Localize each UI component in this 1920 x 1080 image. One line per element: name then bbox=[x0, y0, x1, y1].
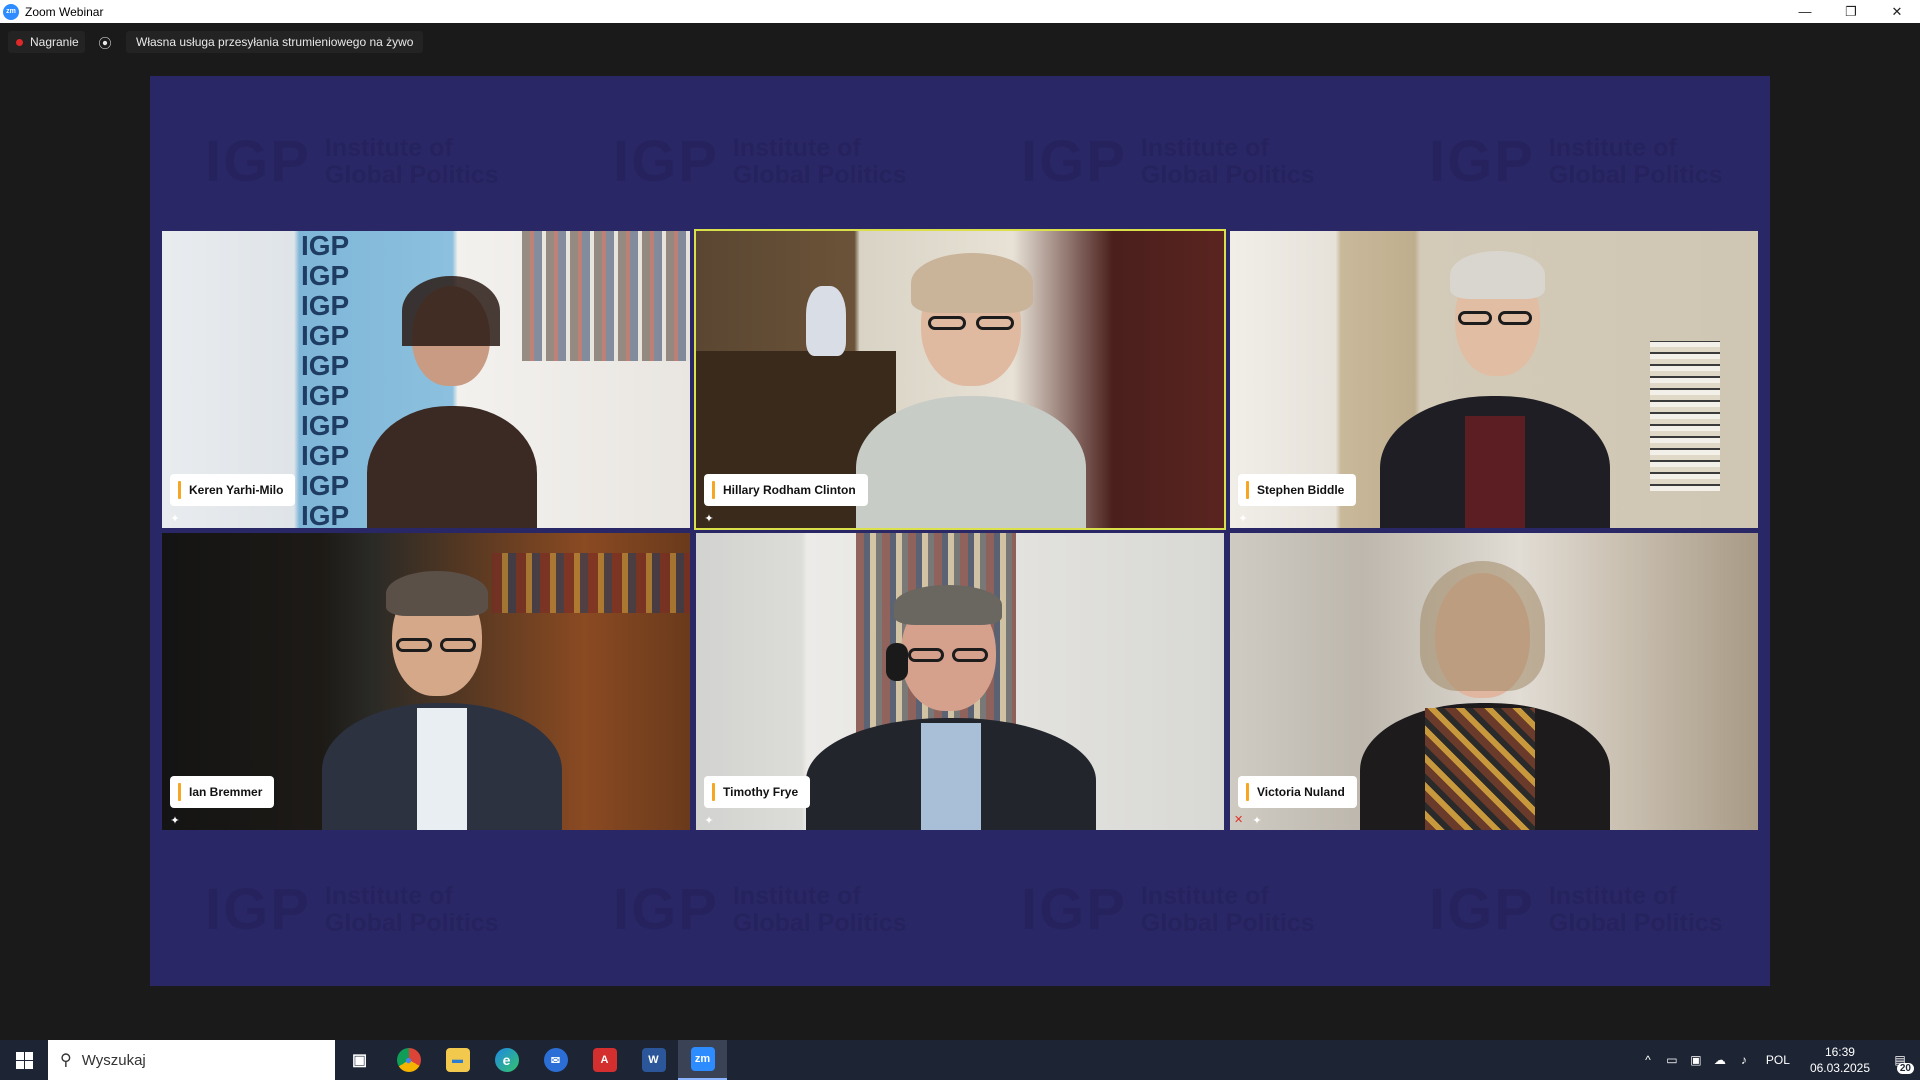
acrobat-taskbar-button[interactable]: A bbox=[580, 1040, 629, 1080]
participant-name: Ian Bremmer bbox=[189, 785, 263, 799]
word-icon: W bbox=[641, 1048, 666, 1072]
pin-icon[interactable]: ✦ bbox=[1250, 813, 1264, 827]
taskbar-search-box[interactable]: ⚲ Wyszukaj bbox=[48, 1040, 335, 1080]
zoom-icon: zm bbox=[690, 1047, 715, 1071]
video-tile-active-speaker[interactable]: Hillary Rodham Clinton ✦ bbox=[694, 229, 1226, 530]
watermark-row-top: IGP Institute of Global Politics IGP Instit… bbox=[150, 128, 1770, 208]
watermark-text: Institute of bbox=[1140, 133, 1269, 162]
video-stage: IGP Institute of Global Politics IGP Instit… bbox=[150, 76, 1770, 986]
volume-icon[interactable]: ♪ bbox=[1732, 1053, 1756, 1067]
search-icon: ⚲ bbox=[60, 1052, 72, 1069]
zoom-logo-icon: zm bbox=[3, 3, 19, 20]
close-button[interactable]: ✕ bbox=[1874, 0, 1920, 23]
system-clock[interactable]: 16:39 06.03.2025 bbox=[1810, 1044, 1870, 1076]
watermark-logo: IGP bbox=[1429, 129, 1535, 194]
watermark-text: Global Politics bbox=[732, 908, 907, 937]
task-view-icon: ▣ bbox=[347, 1048, 372, 1072]
watermark-text: Institute of bbox=[1548, 133, 1677, 162]
pin-icon[interactable]: ✦ bbox=[168, 511, 182, 525]
live-stream-status[interactable]: Własna usługa przesyłania strumieniowego… bbox=[126, 31, 424, 53]
restore-button[interactable]: ❐ bbox=[1828, 0, 1874, 23]
recording-indicator[interactable]: Nagranie bbox=[8, 31, 85, 53]
pin-icon[interactable]: ✦ bbox=[702, 511, 716, 525]
pin-icon[interactable]: ✦ bbox=[1236, 511, 1250, 525]
word-taskbar-button[interactable]: W bbox=[629, 1040, 678, 1080]
video-tile[interactable]: IGP IGP IGP IGP IGP IGP IGP IGP IGP IGP Keren Yar… bbox=[162, 231, 690, 528]
acrobat-icon: A bbox=[592, 1048, 617, 1072]
participant-name: Victoria Nuland bbox=[1257, 785, 1345, 799]
folder-icon: ▬ bbox=[445, 1048, 470, 1072]
recording-dot-icon bbox=[16, 38, 23, 46]
notification-count-badge: 20 bbox=[1896, 1063, 1914, 1074]
participant-name: Timothy Frye bbox=[723, 785, 799, 799]
thunderbird-taskbar-button[interactable]: ✉ bbox=[531, 1040, 580, 1080]
watermark-text: Global Politics bbox=[324, 908, 499, 937]
watermark-text: Global Politics bbox=[324, 160, 499, 189]
mail-client-icon: ✉ bbox=[543, 1048, 568, 1072]
watermark-logo: IGP bbox=[205, 877, 311, 942]
pin-icon[interactable]: ✦ bbox=[702, 813, 716, 827]
watermark-logo: IGP bbox=[613, 129, 719, 194]
watermark-logo: IGP bbox=[205, 129, 311, 194]
video-tile[interactable]: Timothy Frye ✦ bbox=[696, 533, 1224, 830]
watermark-text: Institute of bbox=[324, 133, 453, 162]
watermark-text: Global Politics bbox=[1140, 908, 1315, 937]
watermark-row-bottom: IGP Institute of Global Politics IGP Instit… bbox=[150, 876, 1770, 956]
muted-mic-icon: ✕ bbox=[1234, 814, 1244, 826]
watermark-text: Global Politics bbox=[732, 160, 907, 189]
watermark-logo: IGP bbox=[1021, 877, 1127, 942]
watermark-text: Institute of bbox=[1548, 881, 1677, 910]
watermark-text: Institute of bbox=[732, 133, 861, 162]
clock-date: 06.03.2025 bbox=[1809, 1061, 1870, 1075]
network-icon[interactable]: ▣ bbox=[1684, 1053, 1708, 1067]
zoom-taskbar-button[interactable]: zm bbox=[678, 1040, 727, 1080]
file-explorer-taskbar-button[interactable]: ▬ bbox=[433, 1040, 482, 1080]
meeting-top-bar: Nagranie ⦿ Własna usługa przesyłania str… bbox=[0, 23, 1920, 63]
clock-time: 16:39 bbox=[1824, 1045, 1855, 1059]
chrome-taskbar-button[interactable]: ● bbox=[384, 1040, 433, 1080]
start-button[interactable] bbox=[0, 1040, 48, 1080]
onedrive-cloud-icon[interactable]: ☁ bbox=[1708, 1053, 1732, 1067]
watermark-logo: IGP bbox=[1021, 129, 1127, 194]
minimize-button[interactable]: — bbox=[1782, 0, 1828, 23]
participant-name: Stephen Biddle bbox=[1257, 483, 1345, 497]
participant-name-tag: Victoria Nuland bbox=[1238, 776, 1357, 808]
participant-name-tag: Stephen Biddle bbox=[1238, 474, 1357, 506]
watermark-text: Global Politics bbox=[1140, 160, 1315, 189]
video-tile[interactable]: Stephen Biddle ✦ bbox=[1230, 231, 1758, 528]
edge-taskbar-button[interactable]: e bbox=[482, 1040, 531, 1080]
watermark-text: Global Politics bbox=[1548, 908, 1723, 937]
pin-icon[interactable]: ✦ bbox=[168, 813, 182, 827]
window-title: Zoom Webinar bbox=[25, 4, 104, 19]
watermark-logo: IGP bbox=[1429, 877, 1535, 942]
watermark-logo: IGP bbox=[613, 877, 719, 942]
watermark-text: Institute of bbox=[324, 881, 453, 910]
windows-taskbar: ⚲ Wyszukaj ▣ ● ▬ e ✉ A W zm ^ ▭ ▣ ☁ ♪ PO… bbox=[0, 1040, 1920, 1080]
watermark-text: Institute of bbox=[1140, 881, 1269, 910]
system-tray: ^ ▭ ▣ ☁ ♪ POL 16:39 06.03.2025 ▤ 20 bbox=[1636, 1040, 1920, 1080]
participant-name-tag: Ian Bremmer bbox=[170, 776, 275, 808]
watermark-text: Institute of bbox=[732, 881, 861, 910]
title-bar: zm Zoom Webinar — ❐ ✕ bbox=[0, 0, 1920, 23]
video-tile[interactable]: Victoria Nuland ✕ ✦ bbox=[1230, 533, 1758, 830]
chrome-icon: ● bbox=[396, 1048, 421, 1072]
video-tile[interactable]: Ian Bremmer ✦ bbox=[162, 533, 690, 830]
recording-label: Nagranie bbox=[30, 35, 79, 49]
notification-center-button[interactable]: ▤ 20 bbox=[1880, 1040, 1920, 1080]
show-hidden-icons-chevron-icon[interactable]: ^ bbox=[1636, 1053, 1660, 1067]
input-language[interactable]: POL bbox=[1766, 1053, 1790, 1067]
windows-logo-icon bbox=[15, 1051, 33, 1069]
participant-name-tag: Hillary Rodham Clinton bbox=[704, 474, 868, 506]
watermark-text: Global Politics bbox=[1548, 160, 1723, 189]
task-view-button[interactable]: ▣ bbox=[335, 1040, 384, 1080]
participant-name: Hillary Rodham Clinton bbox=[723, 483, 856, 497]
edge-icon: e bbox=[494, 1048, 519, 1072]
live-stream-icon[interactable]: ⦿ bbox=[96, 33, 114, 51]
search-placeholder: Wyszukaj bbox=[81, 1051, 146, 1069]
meet-now-icon[interactable]: ▭ bbox=[1660, 1053, 1684, 1067]
participant-name: Keren Yarhi-Milo bbox=[189, 483, 284, 497]
participant-name-tag: Keren Yarhi-Milo bbox=[170, 474, 296, 506]
participant-name-tag: Timothy Frye bbox=[704, 776, 811, 808]
